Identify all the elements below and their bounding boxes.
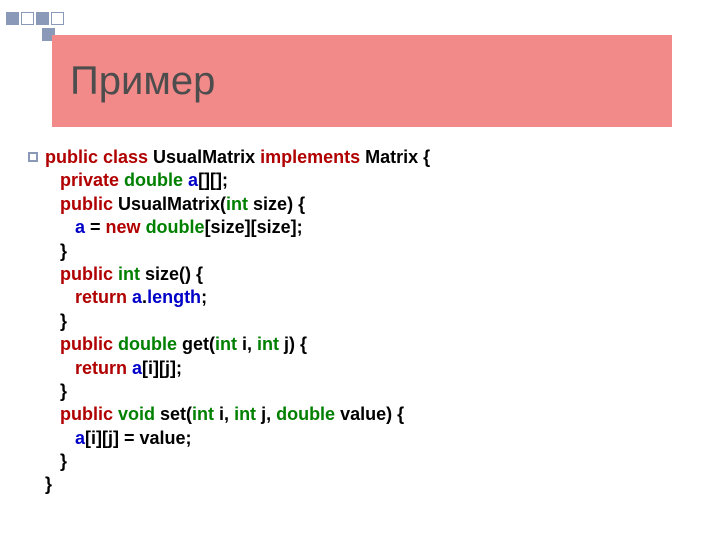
code-token: a — [127, 287, 142, 307]
code-token: double — [119, 170, 183, 190]
code-token: Matrix { — [360, 147, 430, 167]
code-token: int — [257, 334, 279, 354]
code-token: a — [75, 428, 85, 448]
code-token: UsualMatrix — [148, 147, 260, 167]
code-token: a — [183, 170, 198, 190]
code-token: implements — [260, 147, 360, 167]
bullet-icon — [28, 152, 38, 162]
code-token: i, — [237, 334, 257, 354]
code-token: int — [192, 404, 214, 424]
code-token: public — [60, 194, 113, 214]
code-token: new — [106, 217, 141, 237]
deco-square-icon — [21, 12, 34, 25]
code-token: return — [75, 287, 127, 307]
code-token: } — [60, 381, 67, 401]
code-token: i, — [214, 404, 234, 424]
code-token: [i][j]; — [142, 358, 182, 378]
code-token: } — [60, 311, 67, 331]
deco-square-icon — [6, 12, 19, 25]
code-token: j, — [256, 404, 276, 424]
code-token: get( — [177, 334, 215, 354]
code-token: [size][size]; — [205, 217, 303, 237]
decoration-squares-row — [6, 12, 64, 25]
code-token: public — [60, 404, 113, 424]
code-token: set( — [155, 404, 192, 424]
deco-square-icon — [51, 12, 64, 25]
code-token: private — [60, 170, 119, 190]
slide: Пример public class UsualMatrix implemen… — [0, 0, 720, 540]
code-token: double — [276, 404, 335, 424]
code-token: = — [85, 217, 106, 237]
code-token: int — [215, 334, 237, 354]
code-block: public class UsualMatrix implements Matr… — [45, 146, 430, 497]
code-token: a — [75, 217, 85, 237]
code-token: int — [113, 264, 140, 284]
code-token: class — [98, 147, 148, 167]
code-token: length — [147, 287, 201, 307]
code-token: } — [45, 474, 52, 494]
code-token: [i][j] = value; — [85, 428, 192, 448]
code-token: public — [45, 147, 98, 167]
code-token: } — [60, 241, 67, 261]
title-bar: Пример — [52, 35, 672, 127]
code-token: double — [141, 217, 205, 237]
code-token: UsualMatrix( — [113, 194, 226, 214]
code-token: value) { — [335, 404, 404, 424]
code-token: public — [60, 264, 113, 284]
code-token: [][]; — [198, 170, 228, 190]
code-token: } — [60, 451, 67, 471]
code-token: size) { — [248, 194, 305, 214]
code-token: void — [113, 404, 155, 424]
code-token: int — [226, 194, 248, 214]
deco-square-icon — [36, 12, 49, 25]
slide-title: Пример — [70, 59, 215, 104]
code-token: j) { — [279, 334, 307, 354]
code-token: int — [234, 404, 256, 424]
code-token: public — [60, 334, 113, 354]
code-token: double — [113, 334, 177, 354]
code-token: size() { — [140, 264, 203, 284]
code-token: return — [75, 358, 127, 378]
code-token: ; — [201, 287, 207, 307]
code-token: a — [127, 358, 142, 378]
